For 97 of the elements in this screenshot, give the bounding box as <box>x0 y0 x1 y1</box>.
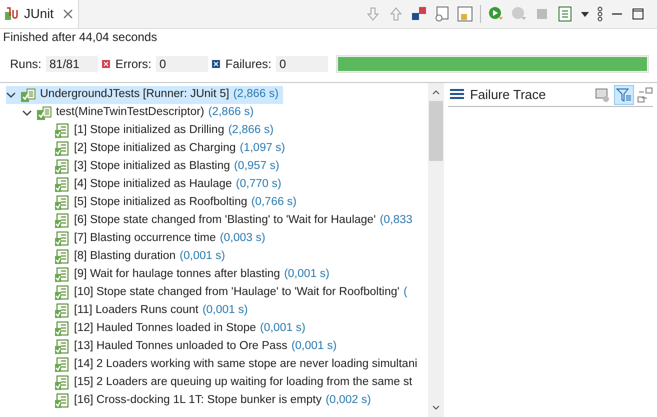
test-passed-icon <box>54 159 70 175</box>
tree-item[interactable]: [11] Loaders Runs count (0,001 s) <box>54 302 252 320</box>
tree-item[interactable]: [8] Blasting duration (0,001 s) <box>54 248 230 266</box>
tree-item[interactable]: test(MineTwinTestDescriptor) (2,866 s) <box>22 104 258 122</box>
test-name: [15] 2 Loaders are queuing up waiting for loading from the same st <box>74 375 412 390</box>
view-tab-title: JUnit <box>24 5 54 24</box>
test-name: [13] Hauled Tonnes unloaded to Ore Pass <box>74 339 288 354</box>
layout-icon[interactable] <box>637 86 653 102</box>
failures-filter-icon[interactable] <box>411 6 427 22</box>
counter-label: Errors: <box>115 56 152 73</box>
test-passed-icon <box>54 123 70 139</box>
filter-icon <box>616 86 632 102</box>
junit-icon <box>4 6 20 22</box>
test-duration: (0,002 s) <box>326 393 371 408</box>
maximize-icon[interactable] <box>631 7 645 21</box>
view-tab[interactable]: JUnit <box>0 0 79 28</box>
tree-item[interactable]: [13] Hauled Tonnes unloaded to Ore Pass (0,001 s) <box>54 338 341 356</box>
test-name: [1] Stope initialized as Drilling <box>74 123 224 138</box>
error-icon <box>102 60 110 68</box>
tree-item[interactable]: [3] Stope initialized as Blasting (0,957 s) <box>54 158 284 176</box>
view-menu-icon[interactable] <box>597 6 603 22</box>
test-name: [6] Stope state changed from 'Blasting' to 'Wait for Haulage' <box>74 213 376 228</box>
test-duration: ( <box>403 285 408 300</box>
test-suite-icon <box>20 87 36 103</box>
tree-item[interactable]: [16] Cross-docking 1L 1T: Stope bunker is empty (0,002 s) <box>54 392 375 410</box>
scrollbar-thumb[interactable] <box>429 101 443 161</box>
test-name: [3] Stope initialized as Blasting <box>74 159 230 174</box>
test-passed-icon <box>54 357 70 373</box>
test-duration: (0,001 s) <box>202 303 248 318</box>
test-passed-icon <box>54 141 70 157</box>
test-duration: (0,001 s) <box>291 339 337 354</box>
test-passed-icon <box>54 213 70 229</box>
test-duration: (0,001 s) <box>260 321 306 336</box>
test-duration: (0,001 s) <box>180 249 226 264</box>
counter-value: 0 <box>156 56 208 72</box>
test-passed-icon <box>54 285 70 301</box>
test-name: [5] Stope initialized as Roofbolting <box>74 195 248 210</box>
tree-item[interactable]: [7] Blasting occurrence time (0,003 s) <box>54 230 270 248</box>
tree-item[interactable]: [10] Stope state changed from 'Haulage' to 'Wait for Roofbolting' ( <box>54 284 412 302</box>
test-duration: (0,833 <box>380 213 412 228</box>
test-name: [8] Blasting duration <box>74 249 176 264</box>
status-message: Finished after 44,04 seconds <box>2 29 158 46</box>
test-name: [11] Loaders Runs count <box>74 303 198 318</box>
test-passed-icon <box>54 375 70 391</box>
test-duration: (2,866 s) <box>228 123 274 138</box>
tree-item[interactable]: [5] Stope initialized as Roofbolting (0,766 s) <box>54 194 301 212</box>
test-duration: (0,957 s) <box>234 159 280 174</box>
test-duration: (2,866 s) <box>208 105 254 120</box>
test-name: [14] 2 Loaders working with same stope are never loading simultani <box>74 357 418 372</box>
tree-item[interactable]: [4] Stope initialized as Haulage (0,770 s) <box>54 176 286 194</box>
test-name: [4] Stope initialized as Haulage <box>74 177 232 192</box>
test-name: [2] Stope initialized as Charging <box>74 141 236 156</box>
test-duration: (0,766 s) <box>251 195 297 210</box>
test-name: [9] Wait for haulage tonnes after blasting <box>74 267 280 282</box>
tree-item[interactable]: [14] 2 Loaders working with same stope are never loading simultani <box>54 356 422 374</box>
filter-toggle[interactable] <box>614 84 634 104</box>
test-name: [10] Stope state changed from 'Haulage' to 'Wait for Roofbolting' <box>74 285 400 300</box>
tree-item[interactable]: [9] Wait for haulage tonnes after blasting (0,001 s) <box>54 266 334 284</box>
test-passed-icon <box>54 393 70 409</box>
test-passed-icon <box>54 177 70 193</box>
dropdown-caret-icon[interactable] <box>580 9 590 19</box>
test-duration: (0,770 s) <box>236 177 282 192</box>
test-passed-icon <box>54 195 70 211</box>
test-passed-icon <box>54 249 70 265</box>
tree-item[interactable]: [2] Stope initialized as Charging (1,097 s) <box>54 140 290 158</box>
test-name: [16] Cross-docking 1L 1T: Stope bunker is empty <box>74 393 322 408</box>
rerun-icon[interactable] <box>488 6 504 22</box>
counter-value: 0 <box>276 56 328 72</box>
test-duration: (1,097 s) <box>240 141 286 156</box>
counter-label: Runs: <box>10 56 42 73</box>
test-passed-icon <box>54 267 70 283</box>
test-passed-icon <box>54 303 70 319</box>
history-list-icon[interactable] <box>557 6 573 22</box>
tree-item[interactable]: [6] Stope state changed from 'Blasting' to 'Wait for Haulage' (0,833 <box>54 212 416 230</box>
test-passed-icon <box>54 339 70 355</box>
test-name: [12] Hauled Tonnes loaded in Stope <box>74 321 256 336</box>
counter-value: 81/81 <box>46 56 98 72</box>
scrollbar[interactable] <box>428 83 444 417</box>
tree-item[interactable]: [15] 2 Loaders are queuing up waiting for loading from the same st <box>54 374 416 392</box>
test-name: test(MineTwinTestDescriptor) <box>56 105 204 120</box>
test-duration: (0,001 s) <box>284 267 330 282</box>
tree-item[interactable]: [1] Stope initialized as Drilling (2,866 s) <box>54 122 278 140</box>
stack-trace-icon <box>450 88 464 100</box>
failure-icon <box>212 60 220 68</box>
panel-title: Failure Trace <box>470 86 546 104</box>
test-passed-icon <box>54 321 70 337</box>
test-duration: (2,866 s) <box>233 87 279 102</box>
close-icon[interactable] <box>62 8 74 20</box>
tree-item[interactable]: [12] Hauled Tonnes loaded in Stope (0,001 s) <box>54 320 310 338</box>
compare-icon[interactable] <box>595 86 611 102</box>
counter-label: Failures: <box>225 56 272 73</box>
tree-item[interactable]: UndergroundJTests [Runner: JUnit 5] (2,866 s) <box>6 86 283 104</box>
test-duration: (0,003 s) <box>220 231 266 246</box>
test-suite-icon <box>36 105 52 121</box>
test-name: [7] Blasting occurrence time <box>74 231 216 246</box>
test-name: UndergroundJTests [Runner: JUnit 5] <box>40 87 230 102</box>
test-passed-icon <box>54 231 70 247</box>
